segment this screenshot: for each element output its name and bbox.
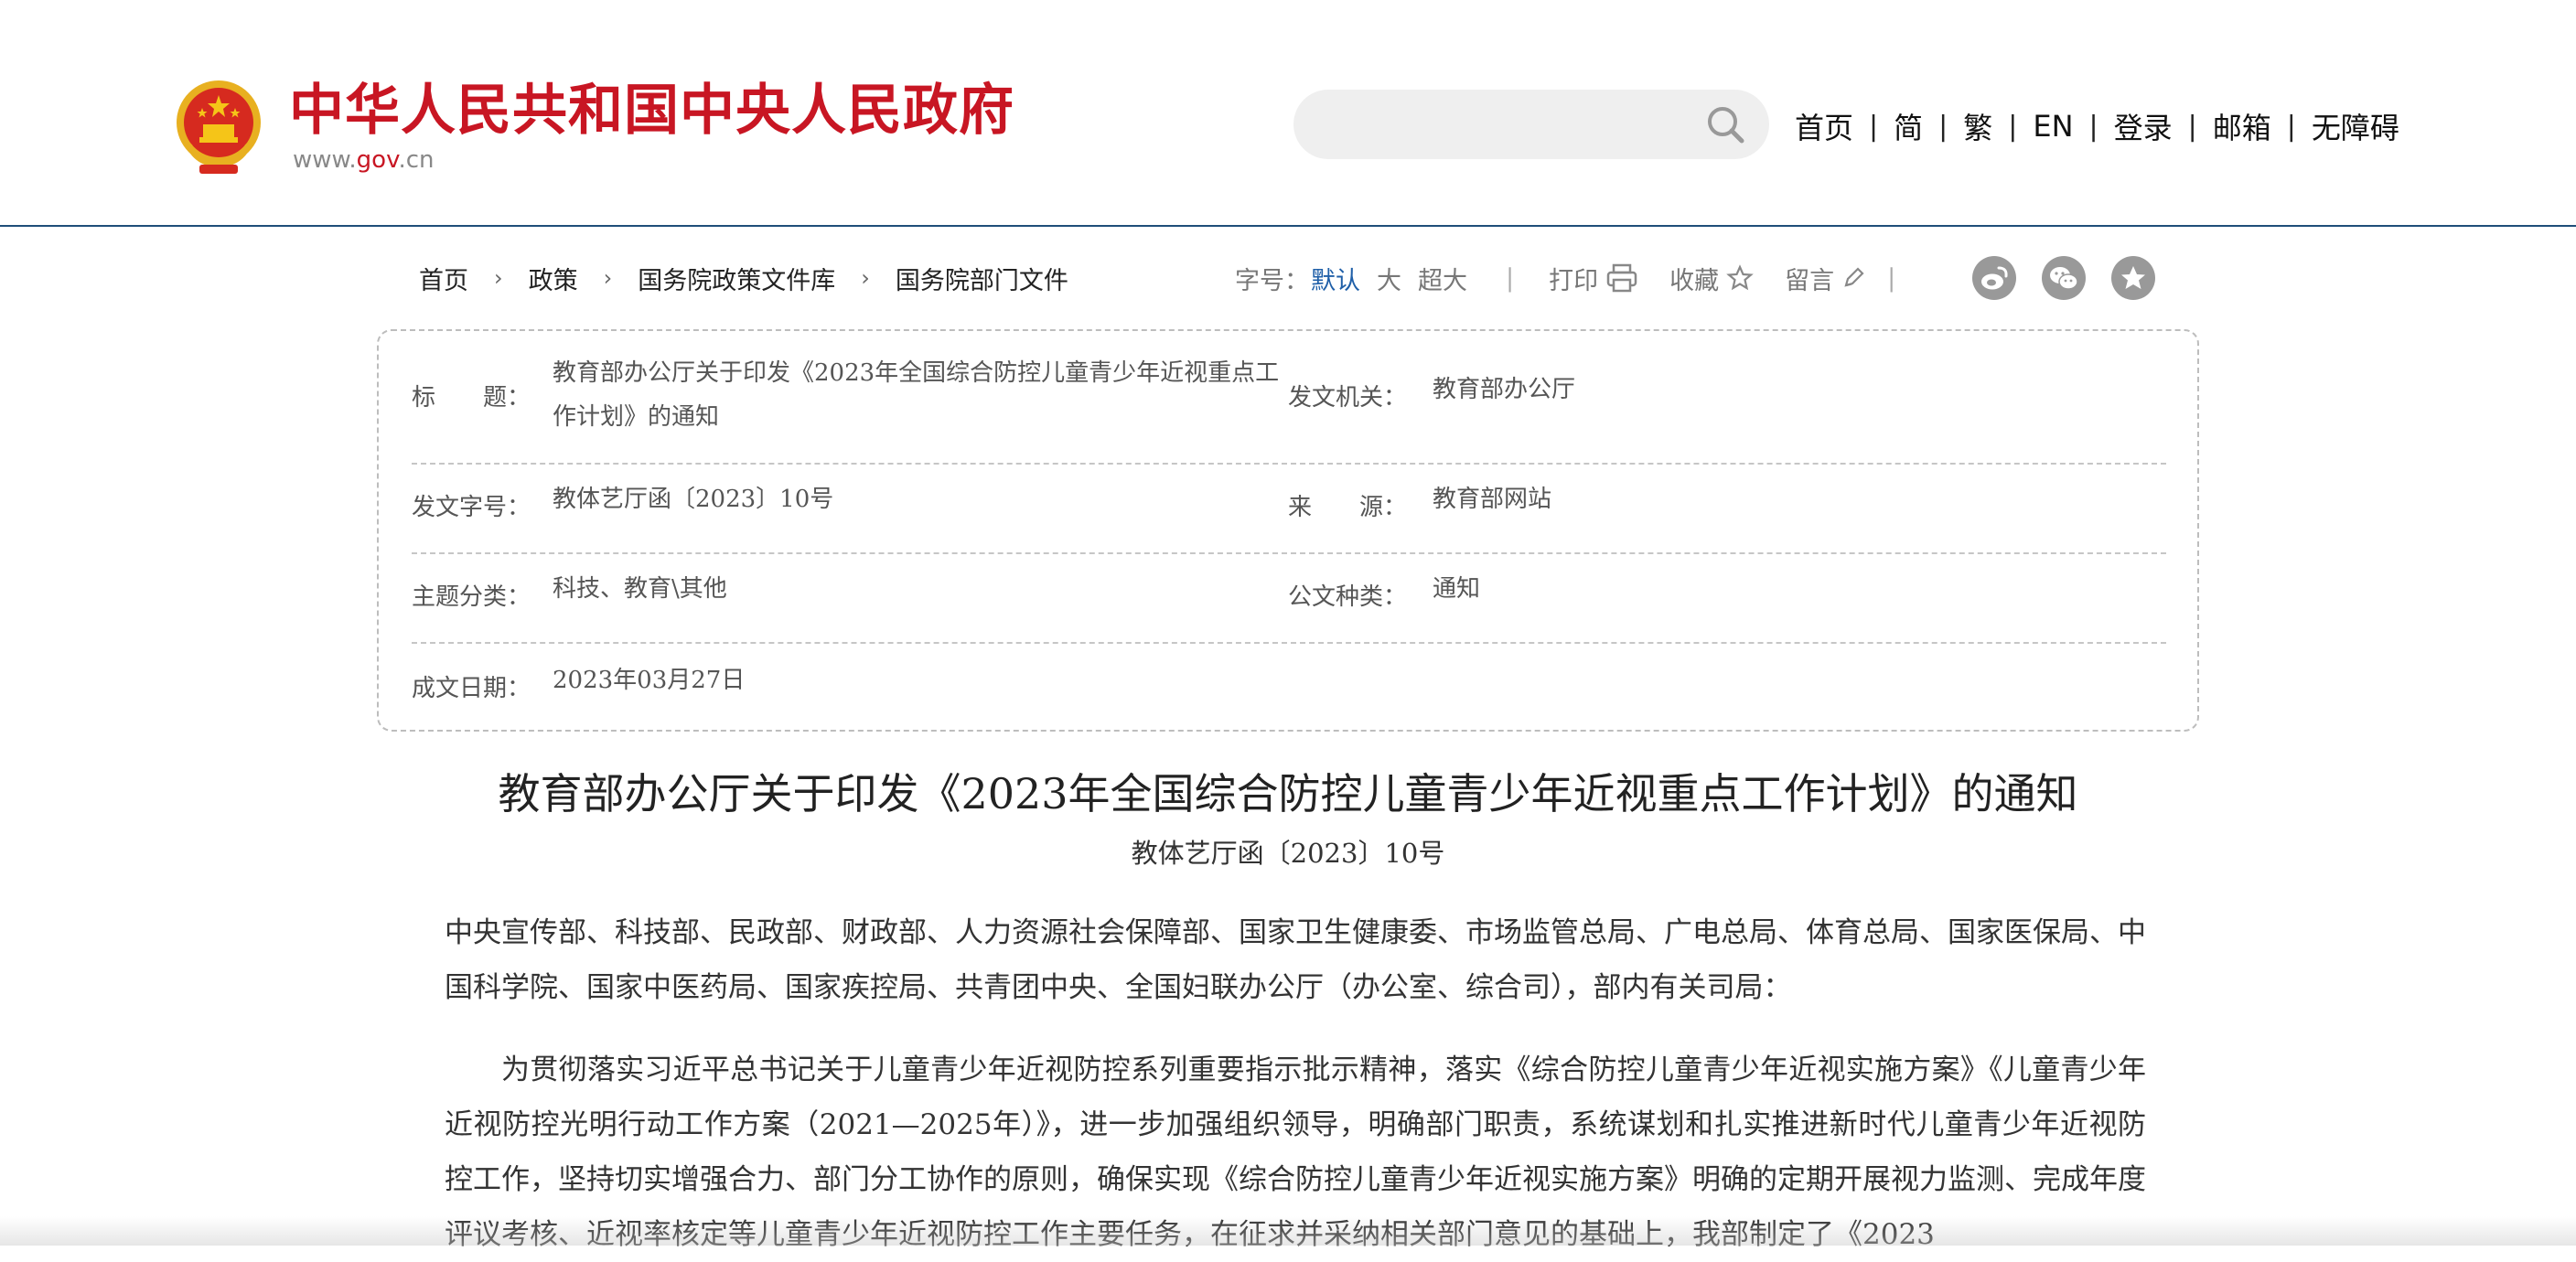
wechat-icon[interactable] <box>2042 256 2086 300</box>
pencil-icon <box>1844 267 1864 287</box>
issuer-value: 教育部办公厅 <box>1433 376 1576 403</box>
nav-simplified[interactable]: 简 <box>1894 105 1923 147</box>
chevron-right-icon: › <box>494 265 503 291</box>
breadcrumb-policy[interactable]: 政策 <box>529 261 578 296</box>
nav-accessibility[interactable]: 无障碍 <box>2312 105 2399 147</box>
issuer-label: 发文机关： <box>1288 384 1408 412</box>
doc-number-label: 发文字号： <box>412 494 531 521</box>
title-label: 标 题： <box>412 384 531 412</box>
chevron-right-icon: › <box>603 265 613 291</box>
share-icons <box>1972 256 2155 300</box>
date-label: 成文日期： <box>412 675 531 702</box>
title-value: 教育部办公厅关于印发《2023年全国综合防控儿童青少年近视重点工作计划》的通知 <box>553 359 1280 431</box>
nav-login[interactable]: 登录 <box>2114 105 2173 147</box>
article-title: 教育部办公厅关于印发《2023年全国综合防控儿童青少年近视重点工作计划》的通知 <box>498 769 2078 818</box>
metadata-row: 主题分类： 科技、教育\其他 公文种类： 通知 <box>412 554 2166 644</box>
favorite-label: 收藏 <box>1669 266 1720 295</box>
article-recipients: 中央宣传部、科技部、民政部、财政部、人力资源社会保障部、国家卫生健康委、市场监管… <box>445 916 2146 1004</box>
nav-separator: | <box>2008 110 2018 143</box>
doc-number-value: 教体艺厅函〔2023〕10号 <box>553 486 834 513</box>
doc-type-label: 公文种类： <box>1288 583 1408 611</box>
weibo-icon[interactable] <box>1972 256 2016 300</box>
wechat-glyph-icon <box>2050 267 2078 290</box>
chevron-right-icon: › <box>861 265 870 291</box>
weibo-glyph-icon <box>1981 266 2008 290</box>
printer-icon <box>1606 263 1637 293</box>
date-value: 2023年03月27日 <box>553 667 746 694</box>
article-doc-number: 教体艺厅函〔2023〕10号 <box>1131 838 1445 869</box>
site-title[interactable]: 中华人民共和国中央人民政府 <box>289 77 1014 144</box>
nav-home[interactable]: 首页 <box>1795 105 1853 147</box>
site-header: 中华人民共和国中央人民政府 www.gov.cn 首页 | 简 | 繁 | EN… <box>0 0 2576 227</box>
article-toolbar: 字号： 默认 大 超大 | 打印 收藏 留言 | <box>1235 260 1930 296</box>
search-box <box>1293 90 1769 159</box>
breadcrumb-policy-library[interactable]: 国务院政策文件库 <box>638 261 835 296</box>
source-label: 来 源： <box>1288 494 1408 521</box>
site-url-prefix: www. <box>293 146 357 174</box>
nav-separator: | <box>2187 110 2197 143</box>
site-url-suffix: .cn <box>398 146 435 174</box>
document-metadata-box: 标 题： 教育部办公厅关于印发《2023年全国综合防控儿童青少年近视重点工作计划… <box>377 329 2199 732</box>
font-size-default[interactable]: 默认 <box>1311 261 1360 296</box>
toolbar-separator: | <box>1887 263 1896 293</box>
comment-label: 留言 <box>1785 266 1835 295</box>
breadcrumb-home[interactable]: 首页 <box>419 261 468 296</box>
favorite-button[interactable]: 收藏 <box>1669 261 1754 296</box>
nav-mail[interactable]: 邮箱 <box>2213 105 2271 147</box>
toolbar-separator: | <box>1506 263 1515 293</box>
nav-traditional[interactable]: 繁 <box>1963 105 1992 147</box>
nav-separator: | <box>2286 110 2296 143</box>
search-input[interactable] <box>1321 102 1687 146</box>
star-icon <box>1726 264 1754 291</box>
qzone-star-icon <box>2121 266 2145 289</box>
metadata-row: 标 题： 教育部办公厅关于印发《2023年全国综合防控儿童青少年近视重点工作计划… <box>412 331 2166 465</box>
breadcrumb: 首页 › 政策 › 国务院政策文件库 › 国务院部门文件 <box>419 260 1068 296</box>
nav-separator: | <box>1869 110 1879 143</box>
comment-button[interactable]: 留言 <box>1785 261 1865 296</box>
breadcrumb-department-docs[interactable]: 国务院部门文件 <box>896 261 1068 296</box>
print-button[interactable]: 打印 <box>1549 261 1638 296</box>
print-label: 打印 <box>1549 266 1599 295</box>
nav-separator: | <box>1938 110 1948 143</box>
topic-label: 主题分类： <box>412 583 531 611</box>
metadata-row: 成文日期： 2023年03月27日 <box>412 644 2166 732</box>
doc-type-value: 通知 <box>1433 575 1481 603</box>
site-url-accent: gov <box>356 146 399 174</box>
topic-value: 科技、教育\其他 <box>553 575 727 603</box>
font-size-xlarge[interactable]: 超大 <box>1418 261 1467 296</box>
article-paragraph: 为贯彻落实习近平总书记关于儿童青少年近视防控系列重要指示批示精神，落实《综合防控… <box>445 1053 2146 1251</box>
nav-separator: | <box>2088 110 2098 143</box>
qzone-icon[interactable] <box>2111 256 2155 300</box>
site-url: www.gov.cn <box>293 146 435 174</box>
metadata-row: 发文字号： 教体艺厅函〔2023〕10号 来 源： 教育部网站 <box>412 465 2166 554</box>
search-icon[interactable] <box>1705 104 1745 144</box>
source-value: 教育部网站 <box>1433 486 1552 513</box>
nav-english[interactable]: EN <box>2033 109 2073 144</box>
national-emblem-icon[interactable] <box>172 77 265 177</box>
top-nav: 首页 | 简 | 繁 | EN | 登录 | 邮箱 | 无障碍 <box>1795 102 2399 150</box>
font-size-large[interactable]: 大 <box>1377 261 1401 296</box>
font-size-label: 字号： <box>1235 266 1309 295</box>
